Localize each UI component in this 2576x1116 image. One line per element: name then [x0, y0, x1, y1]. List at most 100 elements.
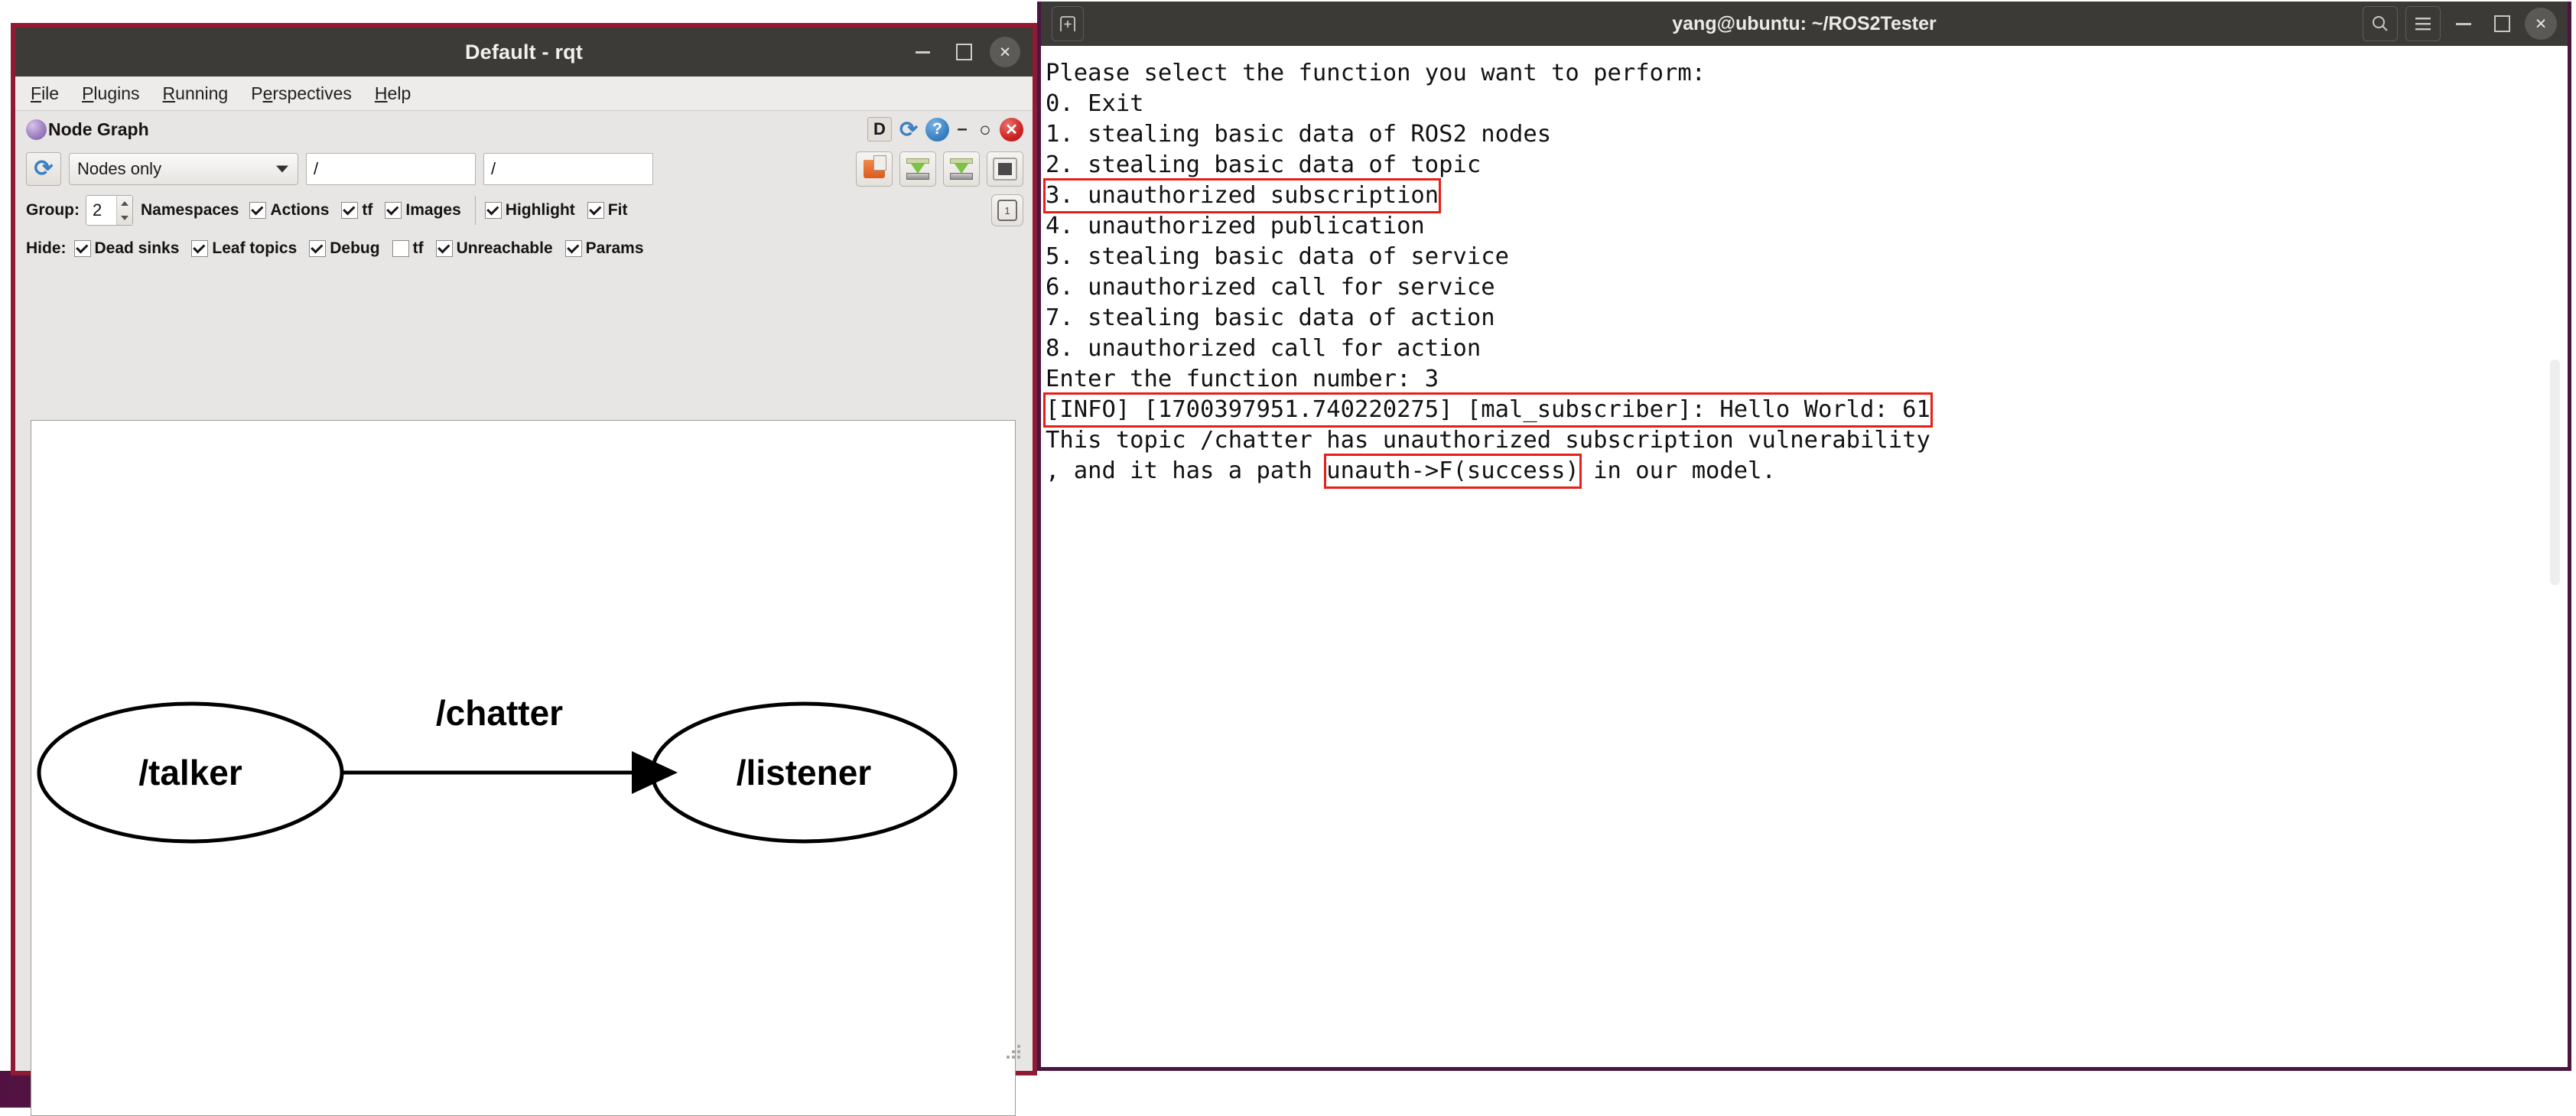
terminal-line: 2. stealing basic data of topic: [1046, 151, 1482, 178]
save-image-button[interactable]: [943, 151, 980, 187]
checkbox-leaf-topics-label: Leaf topics: [212, 239, 298, 257]
terminal-line: , and it has a path unauth->F(success) i…: [1046, 454, 2568, 489]
checkbox-fit[interactable]: Fit: [587, 201, 628, 220]
checkbox-actions-label: Actions: [270, 201, 330, 219]
topic-filter-input[interactable]: /: [483, 153, 653, 185]
group-value: 2: [92, 200, 102, 220]
terminal-scrollbar[interactable]: [2550, 360, 2560, 585]
load-dot-button[interactable]: [856, 151, 893, 187]
namespaces-label: Namespaces: [140, 201, 239, 219]
terminal-line: 3. unauthorized subscription: [1042, 178, 2568, 213]
dock-help-icon[interactable]: ?: [925, 117, 949, 142]
group-label: Group:: [26, 201, 80, 219]
terminal-line: 8. unauthorized call for action: [1046, 335, 1482, 362]
dock-refresh-icon[interactable]: ⟳: [896, 117, 921, 142]
graph-node-listener-label: /listener: [737, 753, 872, 792]
menu-button[interactable]: [2405, 6, 2441, 41]
menu-item-perspectives[interactable]: Perspectives: [248, 82, 355, 106]
rqt-window: Default - rqt × File Plugins Running Per…: [11, 23, 1037, 1116]
node-graph-dock-controls: D ⟳ ? – ○ ✕: [867, 111, 1023, 148]
rqt-maximize-button[interactable]: [948, 37, 979, 67]
search-icon: [2373, 16, 2388, 31]
namespace-filter-input[interactable]: /: [306, 153, 476, 185]
dock-close-icon[interactable]: ✕: [1000, 117, 1023, 142]
terminal-body[interactable]: Please select the function you want to p…: [1041, 46, 2568, 1067]
checkbox-highlight-box[interactable]: [484, 202, 502, 219]
menu-item-running[interactable]: Running: [160, 82, 232, 106]
group-stepper[interactable]: 2: [85, 195, 133, 226]
checkbox-images[interactable]: Images: [385, 201, 461, 220]
node-graph-canvas[interactable]: /talker /listener /chatter: [31, 420, 1016, 1116]
save-dot-button[interactable]: [899, 151, 936, 187]
rqt-close-button[interactable]: ×: [990, 37, 1020, 67]
terminal-line: Enter the function number: 3: [1046, 366, 1439, 392]
checkbox-actions-box[interactable]: [249, 202, 267, 219]
terminal-line: 5. stealing basic data of service: [1046, 243, 1509, 270]
terminal-line: 1. stealing basic data of ROS2 nodes: [1046, 121, 1552, 148]
menu-item-help[interactable]: Help: [372, 82, 414, 106]
checkbox-unreachable[interactable]: Unreachable: [435, 239, 553, 258]
checkbox-tf-box[interactable]: [341, 202, 359, 219]
graph-type-value: Nodes only: [77, 159, 162, 178]
dock-d-button[interactable]: D: [867, 117, 892, 142]
fit-view-button[interactable]: [987, 151, 1023, 187]
terminal-minimize-button[interactable]: [2448, 7, 2479, 41]
checkbox-highlight-label: Highlight: [505, 201, 575, 219]
checkbox-leaf-topics[interactable]: Leaf topics: [191, 239, 297, 258]
terminal-titlebar[interactable]: yang@ubuntu: ~/ROS2Tester ×: [1041, 2, 2568, 46]
rqt-resize-grip[interactable]: [1003, 1045, 1023, 1065]
hamburger-icon: [2415, 18, 2431, 31]
checkbox-hide-tf-box[interactable]: [392, 240, 409, 257]
terminal-output: Please select the function you want to p…: [1042, 58, 2568, 489]
checkbox-fit-label: Fit: [607, 201, 628, 219]
rqt-titlebar[interactable]: Default - rqt ×: [15, 28, 1033, 76]
checkbox-dead-sinks-label: Dead sinks: [94, 239, 180, 257]
graph-type-select[interactable]: Nodes only: [69, 153, 298, 185]
refresh-graph-button[interactable]: ⟳: [26, 152, 61, 186]
checkbox-hide-tf[interactable]: tf: [392, 239, 424, 258]
graph-edge-label: /chatter: [436, 693, 563, 733]
checkbox-tf[interactable]: tf: [341, 201, 372, 220]
checkbox-highlight[interactable]: Highlight: [484, 201, 575, 220]
toolbar-divider: [474, 196, 476, 225]
checkbox-unreachable-label: Unreachable: [456, 239, 553, 257]
menu-item-plugins[interactable]: Plugins: [79, 82, 142, 106]
node-graph-toolbar-actions: [856, 151, 1023, 187]
checkbox-leaf-topics-box[interactable]: [191, 240, 209, 257]
checkbox-params-box[interactable]: [564, 240, 582, 257]
checkbox-images-box[interactable]: [385, 202, 402, 219]
checkbox-actions[interactable]: Actions: [249, 201, 329, 220]
checkbox-debug-label: Debug: [330, 239, 380, 257]
terminal-line: This topic /chatter has unauthorized sub…: [1046, 427, 1930, 454]
one-to-one-icon: 1: [997, 200, 1017, 221]
checkbox-unreachable-box[interactable]: [435, 240, 453, 257]
checkbox-dead-sinks[interactable]: Dead sinks: [73, 239, 180, 258]
node-graph-toolbar-hide: Hide: Dead sinks Leaf topics Debug tf Un…: [23, 230, 1025, 267]
terminal-line-highlight: [INFO] [1700397951.740220275] [mal_subsc…: [1043, 392, 1933, 428]
checkbox-fit-box[interactable]: [587, 202, 604, 219]
node-graph-toolbar-group: Group: 2 Namespaces Actions tf Images Hi…: [23, 190, 1025, 230]
rqt-menubar: File Plugins Running Perspectives Help: [15, 76, 1033, 111]
checkbox-dead-sinks-box[interactable]: [73, 240, 91, 257]
zoom-reset-button[interactable]: 1: [991, 194, 1023, 226]
checkbox-debug[interactable]: Debug: [309, 239, 380, 258]
new-tab-glyph: [1060, 16, 1075, 31]
new-tab-icon[interactable]: [1052, 6, 1084, 41]
rqt-body: Node Graph D ⟳ ? – ○ ✕ ⟳ Nodes only / /: [15, 111, 1033, 1116]
checkbox-params[interactable]: Params: [564, 239, 644, 258]
terminal-line: Please select the function you want to p…: [1046, 60, 1706, 86]
terminal-line: [INFO] [1700397951.740220275] [mal_subsc…: [1043, 392, 2568, 428]
group-stepper-arrows[interactable]: [115, 196, 132, 225]
dock-minimize-icon[interactable]: –: [954, 119, 971, 140]
terminal-line: 0. Exit: [1046, 90, 1144, 117]
dock-float-icon[interactable]: ○: [975, 118, 995, 142]
terminal-close-button[interactable]: ×: [2525, 8, 2557, 40]
terminal-window: yang@ubuntu: ~/ROS2Tester × Please selec: [1037, 2, 2571, 1071]
rqt-window-controls: ×: [907, 28, 1020, 76]
search-button[interactable]: [2363, 6, 2398, 41]
menu-item-file[interactable]: File: [28, 82, 62, 106]
rqt-minimize-button[interactable]: [907, 37, 938, 67]
hide-label: Hide:: [26, 239, 67, 257]
terminal-maximize-button[interactable]: [2487, 7, 2517, 41]
checkbox-debug-box[interactable]: [309, 240, 327, 257]
